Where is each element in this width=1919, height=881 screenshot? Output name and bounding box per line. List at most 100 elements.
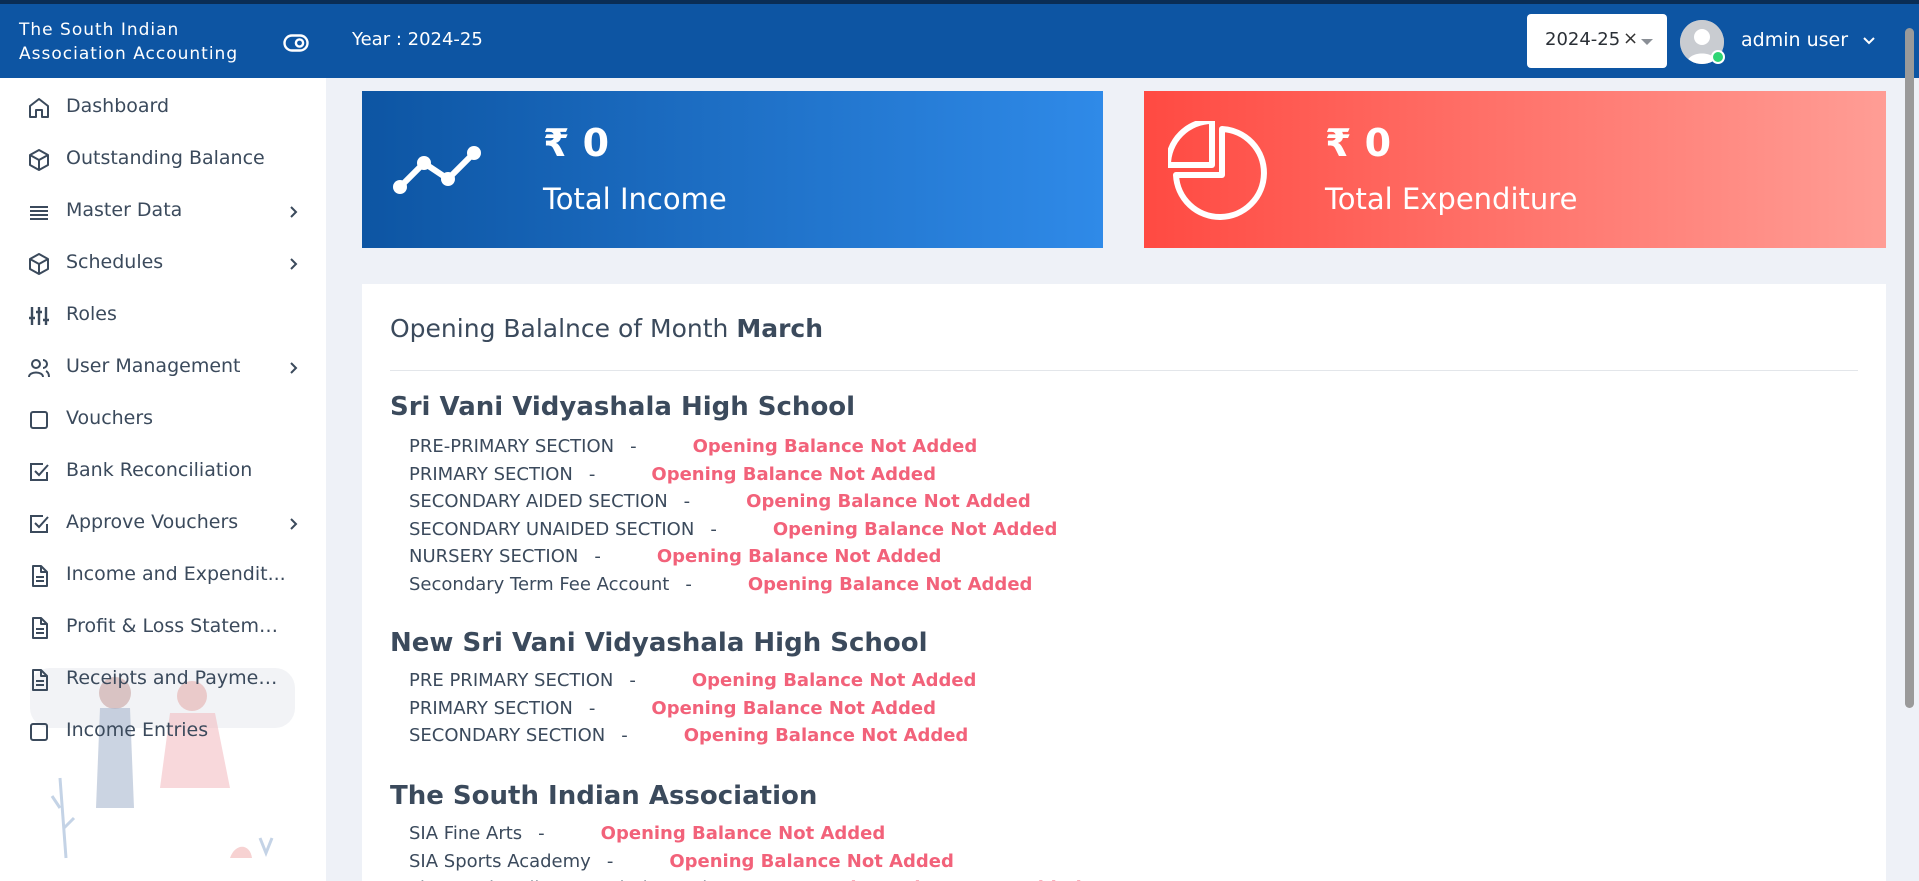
opening-balance-status: Opening Balance Not Added	[651, 697, 936, 719]
section-name: PRE PRIMARY SECTION	[409, 670, 614, 691]
separator: -	[630, 436, 637, 457]
sidebar-item-label: Income Entries	[66, 719, 209, 741]
section-name: SECONDARY SECTION	[409, 725, 606, 747]
total-income-title: Total Income	[543, 182, 727, 216]
sidebar-item-schedules[interactable]: Schedules	[0, 240, 326, 288]
box-icon	[29, 253, 49, 275]
school-title: New Sri Vani Vidyashala High School	[390, 628, 928, 658]
opening-balance-status: Opening Balance Not Added	[691, 670, 977, 691]
pie-chart-icon	[1168, 121, 1267, 220]
total-expenditure-title: Total Expenditure	[1325, 182, 1578, 216]
user-name[interactable]: admin user	[1741, 29, 1848, 51]
sliders-icon	[29, 307, 49, 325]
sidebar-item-dashboard[interactable]: Dashboard	[0, 84, 326, 132]
sidebar-item-label: User Management	[66, 355, 241, 377]
list-icon	[30, 206, 48, 220]
box-icon	[29, 149, 49, 171]
section-name: Secondary Term Fee Account	[409, 574, 670, 595]
school-title: Sri Vani Vidyashala High School	[390, 392, 856, 422]
opening-balance-status: Opening Balance Not Added	[746, 491, 1031, 513]
chevron-right-icon	[290, 258, 298, 270]
sidebar-item-bank-reconciliation[interactable]: Bank Reconciliation	[0, 448, 326, 496]
panel-heading-month: March	[736, 314, 824, 343]
opening-balance-status: Opening Balance Not Added	[772, 518, 1058, 540]
sidebar-item-master-data[interactable]: Master Data	[0, 188, 326, 236]
sidebar-item-roles[interactable]: Roles	[0, 292, 326, 340]
sidebar-item-label: Dashboard	[66, 95, 170, 117]
section-row: PRIMARY SECTION - Opening Balance Not Adde…	[409, 464, 936, 485]
home-icon	[29, 98, 49, 118]
separator: -	[685, 574, 692, 595]
section-row: SIA Sports Academy - Opening Balance Not A…	[409, 851, 954, 872]
sidebar-item-vouchers[interactable]: Vouchers	[0, 396, 326, 444]
separator: -	[594, 546, 601, 568]
sidebar-item-outstanding-balance[interactable]: Outstanding Balance	[0, 136, 326, 184]
separator: -	[588, 697, 596, 719]
trend-line-icon	[393, 146, 481, 194]
online-status-dot	[1711, 50, 1725, 64]
year-select-value: 2024-25	[1545, 29, 1621, 50]
sidebar-item-label: Master Data	[66, 199, 183, 221]
panel-heading: Opening Balalnce of Month March	[390, 314, 823, 343]
sidebar-item-user-management[interactable]: User Management	[0, 344, 326, 392]
sidebar-item-label: Schedules	[66, 251, 164, 273]
check-square-icon	[30, 463, 49, 481]
file-text-icon	[32, 617, 48, 639]
sidebar: Dashboard Outstanding Balance Master Data S…	[0, 78, 326, 881]
section-name: SIA Sports Academy	[409, 850, 591, 872]
sidebar-item-label: Profit & Loss Stateme...	[66, 615, 286, 637]
sidebar-item-income-and-expendit[interactable]: Income and Expendit...	[0, 552, 326, 600]
sidebar-item-label: Outstanding Balance	[66, 147, 265, 169]
sidebar-item-approve-vouchers[interactable]: Approve Vouchers	[0, 500, 326, 548]
sidebar-item-income-entries[interactable]: Income Entries	[0, 708, 326, 756]
section-name: PRIMARY SECTION	[409, 463, 573, 485]
section-name: NURSERY SECTION	[409, 546, 579, 568]
chevron-right-icon	[290, 518, 298, 530]
sidebar-toggle-icon[interactable]	[283, 34, 309, 52]
section-name: SECONDARY AIDED SECTION	[409, 491, 668, 513]
sidebar-item-label: Vouchers	[66, 407, 154, 429]
section-row: NURSERY SECTION - Opening Balance Not Adde…	[409, 546, 941, 567]
opening-balance-status: Opening Balance Not Added	[669, 850, 954, 872]
total-income-amount: ₹ 0	[543, 121, 610, 165]
sidebar-item-receipts-and-paymen[interactable]: Receipts and Paymen...	[0, 656, 326, 704]
separator: -	[629, 670, 636, 691]
sidebar-item-label: Bank Reconciliation	[66, 459, 253, 481]
separator: -	[683, 491, 691, 513]
section-row: Secondary Term Fee Account - Opening Balan…	[409, 574, 1032, 595]
year-clear-icon[interactable]: ×	[1623, 28, 1638, 49]
file-text-icon	[32, 565, 48, 587]
current-year-label: Year : 2024-25	[352, 29, 483, 50]
total-income-card[interactable]: ₹ 0 Total Income	[362, 91, 1103, 248]
opening-balance-status: Opening Balance Not Added	[683, 725, 969, 747]
panel-heading-prefix: Opening Balalnce of Month	[390, 314, 729, 343]
section-row: SIA Fine Arts - Opening Balance Not Added	[409, 823, 885, 844]
sidebar-item-label: Income and Expendit...	[66, 563, 286, 585]
square-icon	[30, 411, 48, 429]
total-expenditure-card[interactable]: ₹ 0 Total Expenditure	[1144, 91, 1886, 248]
section-name: PRE-PRIMARY SECTION	[409, 436, 615, 457]
opening-balance-status: Opening Balance Not Added	[747, 574, 1033, 595]
opening-balance-status: Opening Balance Not Added	[656, 546, 942, 568]
separator: -	[710, 518, 717, 540]
section-row: SECONDARY SECTION - Opening Balance Not Ad…	[409, 725, 968, 746]
school-title: The South Indian Association	[390, 781, 818, 811]
separator: -	[588, 463, 596, 485]
app-brand[interactable]: The South Indian Association Accounting	[19, 18, 259, 66]
top-header: The South Indian Association Accounting …	[0, 0, 1919, 78]
page-scrollbar[interactable]	[1905, 28, 1914, 708]
section-name: PRIMARY SECTION	[409, 697, 573, 719]
section-row: PRE PRIMARY SECTION - Opening Balance Not …	[409, 670, 976, 691]
opening-balance-panel: Opening Balalnce of Month March Sri Vani…	[362, 284, 1886, 881]
divider	[390, 370, 1858, 371]
section-name: SECONDARY UNAIDED SECTION	[409, 518, 695, 540]
section-row: PRE-PRIMARY SECTION - Opening Balance Not …	[409, 436, 977, 457]
total-expenditure-amount: ₹ 0	[1325, 121, 1392, 165]
dropdown-caret-icon[interactable]	[1641, 39, 1653, 45]
chevron-down-icon[interactable]	[1862, 36, 1876, 46]
year-select[interactable]: 2024-25 ×	[1527, 14, 1667, 68]
opening-balance-status: Opening Balance Not Added	[600, 823, 886, 844]
sidebar-item-profit-loss-stateme[interactable]: Profit & Loss Stateme...	[0, 604, 326, 652]
chevron-right-icon	[290, 206, 298, 218]
separator: -	[606, 850, 614, 872]
